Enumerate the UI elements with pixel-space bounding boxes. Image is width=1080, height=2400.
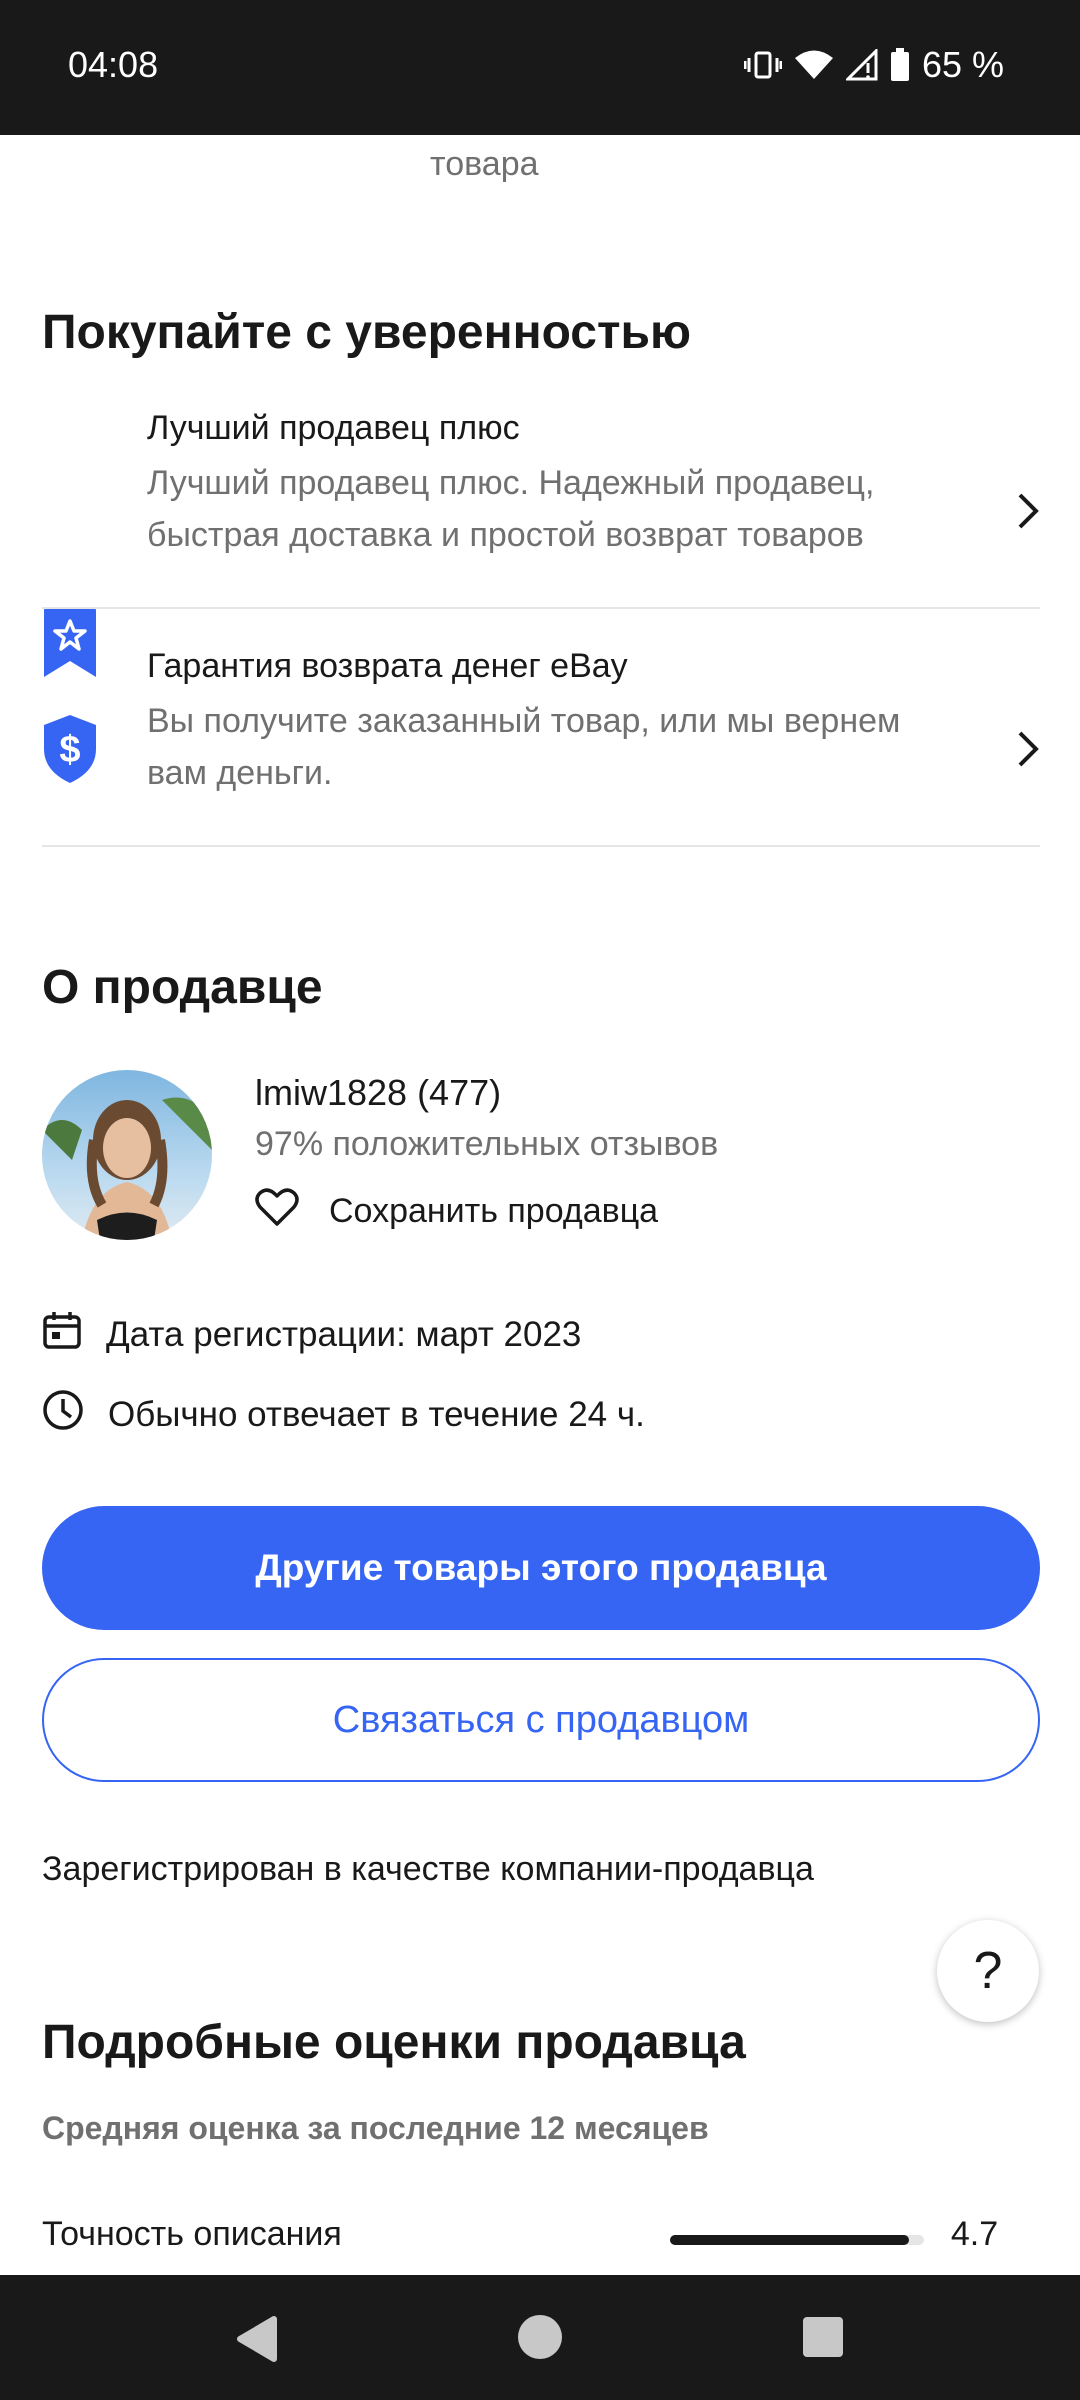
save-seller-button[interactable]: Сохранить продавца [255, 1187, 658, 1236]
response-time: Обычно отвечает в течение 24 ч. [108, 1394, 645, 1434]
signal-icon [845, 49, 878, 81]
system-navigation-bar [0, 2275, 1080, 2400]
detailed-ratings-subtitle: Средняя оценка за последние 12 месяцев [42, 2110, 709, 2146]
rating-bar [670, 2235, 924, 2245]
battery-icon [890, 48, 910, 82]
seller-avatar[interactable] [42, 1070, 212, 1240]
divider [42, 845, 1040, 847]
money-back-guarantee-row[interactable]: $ Гарантия возврата денег eBay Вы получи… [42, 645, 1040, 845]
truncated-text: товара [430, 145, 539, 183]
divider [42, 607, 1040, 609]
detailed-ratings-title: Подробные оценки продавца [42, 2016, 746, 2069]
save-seller-label: Сохранить продавца [329, 1192, 659, 1230]
home-icon[interactable] [516, 2313, 564, 2366]
about-seller-title: О продавце [42, 961, 323, 1014]
trust-item-description: Вы получите заказанный товар, или мы вер… [147, 702, 901, 792]
seller-name[interactable]: lmiw1828 (477) [255, 1072, 501, 1114]
seller-feedback: 97% положительных отзывов [255, 1125, 719, 1163]
response-time-row: Обычно отвечает в течение 24 ч. [42, 1389, 645, 1440]
item-page-content[interactable]: товара Покупайте с уверенностью Лучший п… [0, 135, 1080, 2275]
rating-label: Точность описания [42, 2215, 342, 2253]
status-time: 04:08 [68, 44, 159, 85]
status-icons: 65 % [743, 44, 1004, 86]
battery-percent: 65 % [921, 44, 1004, 85]
rating-row: Точность описания 4.7 [42, 2215, 1040, 2265]
trust-item-title: Гарантия возврата денег eBay [147, 647, 628, 685]
wifi-icon [794, 49, 834, 81]
registration-date-row: Дата регистрации: март 2023 [42, 1310, 581, 1359]
trust-item-description: Лучший продавец плюс. Надежный продавец,… [147, 464, 875, 554]
other-items-button[interactable]: Другие товары этого продавца [42, 1506, 1040, 1630]
calendar-icon [42, 1310, 82, 1359]
help-button[interactable]: ? [937, 1920, 1039, 2022]
heart-icon [255, 1187, 299, 1236]
registration-date: Дата регистрации: март 2023 [106, 1314, 582, 1354]
svg-text:$: $ [59, 729, 80, 771]
status-bar: 04:08 65 % [0, 0, 1080, 135]
business-seller-note: Зарегистрирован в качестве компании-прод… [42, 1850, 814, 1888]
money-back-guarantee-icon: $ [42, 715, 98, 788]
buy-with-confidence-title: Покупайте с уверенностью [42, 306, 691, 359]
back-icon[interactable] [234, 2315, 278, 2368]
contact-seller-button[interactable]: Связаться с продавцом [42, 1658, 1040, 1782]
rating-bar-fill [670, 2235, 909, 2245]
trust-item-title: Лучший продавец плюс [147, 409, 520, 447]
recents-icon[interactable] [802, 2316, 844, 2363]
chevron-right-icon [1016, 491, 1040, 536]
rating-value: 4.7 [950, 2215, 999, 2253]
chevron-right-icon [1016, 729, 1040, 774]
vibrate-icon [743, 50, 782, 80]
clock-icon [42, 1389, 84, 1440]
